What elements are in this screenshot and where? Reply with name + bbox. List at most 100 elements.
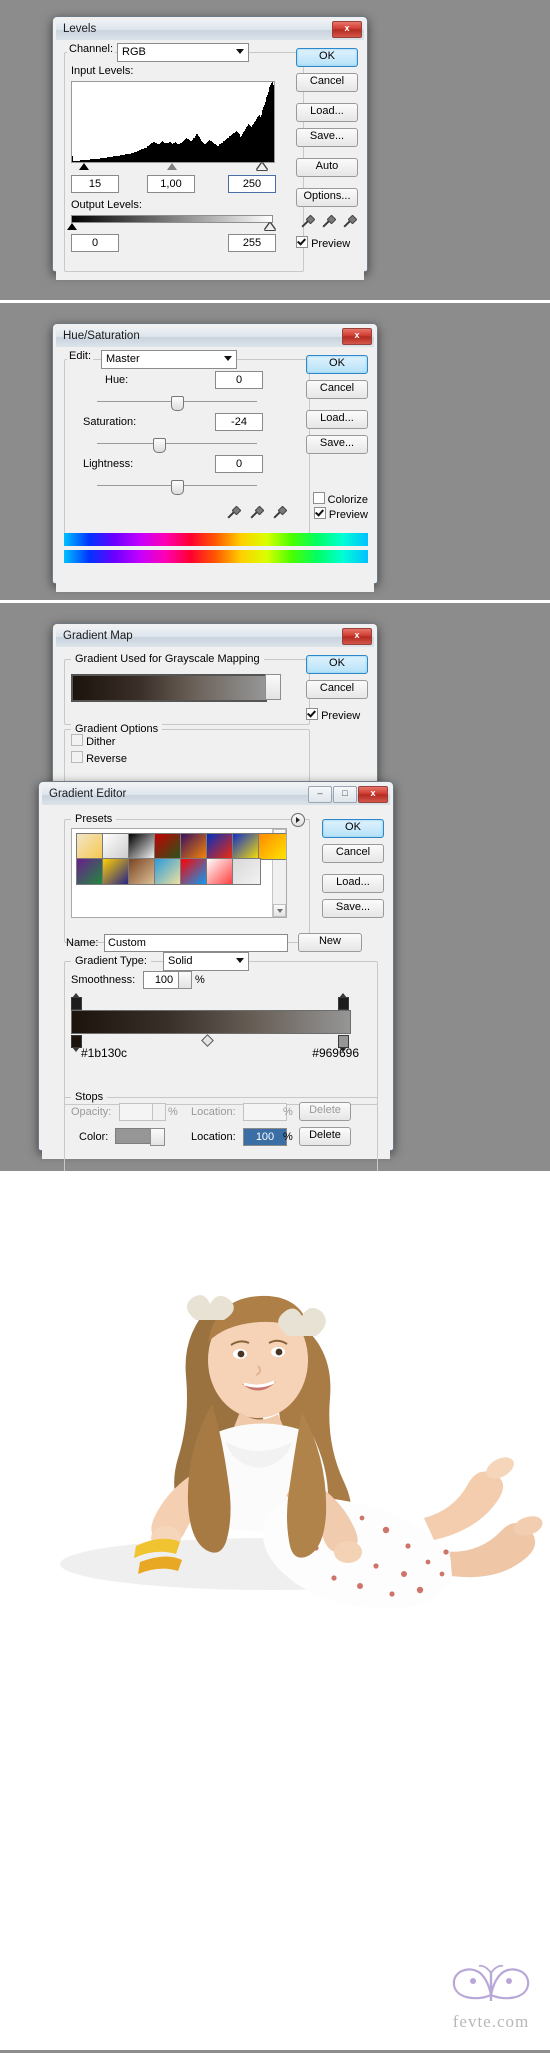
eyedropper-subtract-icon[interactable] bbox=[272, 507, 285, 520]
huesaturation-close-icon[interactable]: x bbox=[342, 328, 372, 345]
black-eyedropper-icon[interactable] bbox=[300, 216, 313, 229]
levels-input-gamma-field[interactable] bbox=[147, 175, 195, 193]
levels-preview-checkbox[interactable] bbox=[296, 236, 308, 248]
huesaturation-titlebar[interactable]: Hue/Saturation x bbox=[56, 327, 374, 347]
gradienteditor-ok-button[interactable]: OK bbox=[322, 819, 384, 838]
levels-channel-select[interactable]: RGB bbox=[117, 43, 249, 62]
gradienteditor-gradient-bar[interactable] bbox=[71, 1010, 351, 1034]
gradientmap-reverse-checkbox[interactable] bbox=[71, 751, 83, 763]
gradientmap-titlebar[interactable]: Gradient Map x bbox=[56, 627, 374, 647]
scroll-down-icon[interactable] bbox=[273, 904, 286, 917]
levels-output-white-field[interactable] bbox=[228, 234, 276, 252]
gradient-preset-swatch[interactable] bbox=[102, 833, 131, 860]
levels-ok-button[interactable]: OK bbox=[296, 48, 358, 67]
levels-output-black-marker[interactable] bbox=[67, 223, 77, 230]
huesaturation-save-button[interactable]: Save... bbox=[306, 435, 368, 454]
white-eyedropper-icon[interactable] bbox=[342, 216, 355, 229]
gradientmap-gradient-preview[interactable] bbox=[71, 674, 267, 702]
huesaturation-colorize-checkbox[interactable] bbox=[312, 492, 325, 504]
levels-input-white-field[interactable] bbox=[228, 175, 276, 193]
gradienteditor-opacity-stepper[interactable] bbox=[152, 1103, 166, 1121]
gradient-preset-swatch[interactable] bbox=[128, 833, 157, 860]
eyedropper-icon[interactable] bbox=[226, 507, 239, 520]
gradient-preset-swatch[interactable] bbox=[206, 833, 235, 860]
gradienteditor-presets-list[interactable] bbox=[71, 828, 287, 918]
gradient-preset-swatch[interactable] bbox=[232, 833, 261, 860]
levels-save-button[interactable]: Save... bbox=[296, 128, 358, 147]
huesaturation-load-button[interactable]: Load... bbox=[306, 410, 368, 429]
gradienteditor-color-swatch[interactable] bbox=[115, 1128, 151, 1144]
gradient-preset-swatch[interactable] bbox=[76, 858, 105, 885]
levels-load-button[interactable]: Load... bbox=[296, 103, 358, 122]
levels-close-icon[interactable]: x bbox=[332, 21, 362, 38]
huesaturation-preview-row[interactable]: Preview bbox=[313, 507, 368, 521]
gradienteditor-stop-track-bottom[interactable] bbox=[71, 1032, 349, 1052]
huesaturation-hue-field[interactable] bbox=[215, 371, 263, 389]
levels-options-button[interactable]: Options... bbox=[296, 188, 358, 207]
levels-output-markers[interactable] bbox=[67, 223, 275, 232]
gradientmap-preview-row[interactable]: Preview bbox=[306, 708, 368, 722]
slider-knob[interactable] bbox=[153, 438, 166, 453]
gradient-preset-swatch[interactable] bbox=[154, 833, 183, 860]
levels-auto-button[interactable]: Auto bbox=[296, 158, 358, 177]
slider-knob[interactable] bbox=[171, 480, 184, 495]
huesaturation-cancel-button[interactable]: Cancel bbox=[306, 380, 368, 399]
gradienteditor-delete-opacity-button[interactable]: Delete bbox=[299, 1102, 351, 1121]
opacity-stop-left[interactable] bbox=[71, 993, 82, 1010]
gradientmap-close-icon[interactable]: x bbox=[342, 628, 372, 645]
huesaturation-preview-checkbox[interactable] bbox=[313, 507, 326, 519]
gradienteditor-minimize-icon[interactable]: – bbox=[308, 786, 332, 803]
gradienteditor-new-button[interactable]: New bbox=[298, 933, 362, 952]
huesaturation-saturation-field[interactable] bbox=[215, 413, 263, 431]
presets-menu-icon[interactable] bbox=[291, 813, 305, 827]
gradienteditor-delete-color-button[interactable]: Delete bbox=[299, 1127, 351, 1146]
gradientmap-dither-checkbox[interactable] bbox=[71, 734, 83, 746]
gradientmap-cancel-button[interactable]: Cancel bbox=[306, 680, 368, 699]
gradientmap-ok-button[interactable]: OK bbox=[306, 655, 368, 674]
gradientmap-dither-row[interactable]: Dither bbox=[71, 734, 115, 748]
levels-input-black-field[interactable] bbox=[71, 175, 119, 193]
gradient-preset-swatch[interactable] bbox=[102, 858, 131, 885]
gradienteditor-stop-track-top[interactable] bbox=[71, 993, 349, 1010]
gradient-preset-swatch[interactable] bbox=[128, 858, 157, 885]
gray-eyedropper-icon[interactable] bbox=[321, 216, 334, 229]
gradient-preset-swatch[interactable] bbox=[206, 858, 235, 885]
gradienteditor-location-field[interactable] bbox=[243, 1128, 287, 1146]
huesaturation-edit-select[interactable]: Master bbox=[101, 350, 237, 369]
huesaturation-lightness-field[interactable] bbox=[215, 455, 263, 473]
levels-input-ramp[interactable] bbox=[71, 163, 273, 172]
gradienteditor-load-button[interactable]: Load... bbox=[322, 874, 384, 893]
slider-knob[interactable] bbox=[171, 396, 184, 411]
gradient-preset-swatch[interactable] bbox=[258, 833, 286, 860]
gradientmap-preview-checkbox[interactable] bbox=[306, 708, 318, 720]
gradienteditor-name-field[interactable] bbox=[104, 934, 288, 952]
levels-white-point-marker[interactable] bbox=[257, 163, 267, 170]
gradientmap-reverse-row[interactable]: Reverse bbox=[71, 751, 127, 765]
opacity-stop-right[interactable] bbox=[338, 993, 349, 1010]
gradient-preset-swatch[interactable] bbox=[232, 858, 261, 885]
gradienteditor-save-button[interactable]: Save... bbox=[322, 899, 384, 918]
gradient-preset-swatch[interactable] bbox=[154, 858, 183, 885]
gradienteditor-location-field-top[interactable] bbox=[243, 1103, 287, 1121]
levels-output-black-field[interactable] bbox=[71, 234, 119, 252]
gradienteditor-smoothness-stepper[interactable] bbox=[178, 971, 192, 989]
gradient-midpoint-marker[interactable] bbox=[201, 1034, 214, 1047]
levels-output-white-marker[interactable] bbox=[265, 223, 275, 230]
levels-cancel-button[interactable]: Cancel bbox=[296, 73, 358, 92]
gradienteditor-close-icon[interactable]: x bbox=[358, 786, 388, 803]
levels-preview-row[interactable]: Preview bbox=[296, 236, 358, 250]
huesaturation-colorize-row[interactable]: Colorize bbox=[312, 492, 368, 506]
levels-titlebar[interactable]: Levels x bbox=[56, 20, 364, 40]
levels-gamma-marker[interactable] bbox=[167, 163, 177, 170]
gradienteditor-titlebar[interactable]: Gradient Editor – □ x bbox=[42, 785, 390, 805]
gradienteditor-cancel-button[interactable]: Cancel bbox=[322, 844, 384, 863]
levels-black-point-marker[interactable] bbox=[79, 163, 89, 170]
gradienteditor-maximize-icon[interactable]: □ bbox=[333, 786, 357, 803]
huesaturation-saturation-slider[interactable] bbox=[97, 438, 257, 453]
huesaturation-lightness-slider[interactable] bbox=[97, 480, 257, 495]
gradienteditor-type-select[interactable]: Solid bbox=[163, 952, 249, 971]
gradient-preset-swatch[interactable] bbox=[76, 833, 105, 860]
gradient-preset-swatch[interactable] bbox=[180, 833, 209, 860]
huesaturation-ok-button[interactable]: OK bbox=[306, 355, 368, 374]
eyedropper-add-icon[interactable] bbox=[249, 507, 262, 520]
